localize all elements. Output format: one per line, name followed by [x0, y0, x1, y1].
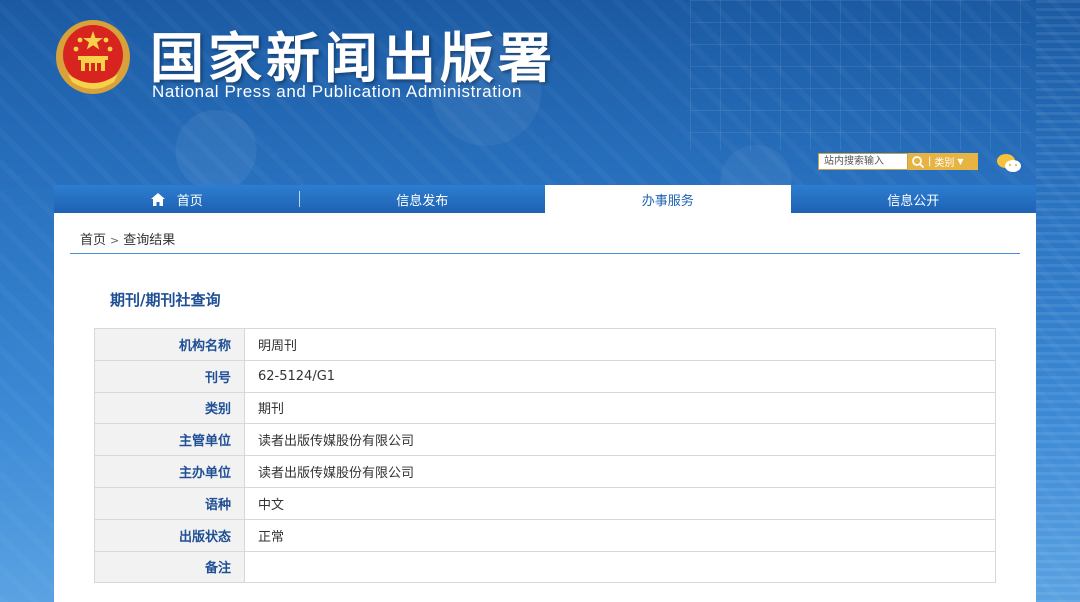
page-title: 期刊/期刊社查询	[110, 291, 221, 309]
search-input[interactable]: 站内搜索输入	[818, 153, 908, 170]
row-label: 语种	[94, 486, 245, 520]
row-label: 主办单位	[94, 455, 245, 488]
main-navigation: 首页 信息发布 办事服务 信息公开	[54, 185, 1036, 213]
row-value: 62-5124/G1	[244, 359, 996, 393]
row-label: 备注	[94, 550, 245, 584]
table-row: 备注	[94, 550, 996, 584]
breadcrumb: 首页 > 查询结果	[80, 229, 175, 248]
nav-item-info-disclosure[interactable]: 信息公开	[791, 185, 1037, 213]
row-value: 正常	[244, 518, 996, 552]
home-icon	[150, 192, 165, 206]
nav-item-label: 办事服务	[641, 193, 694, 209]
row-label: 机构名称	[94, 328, 245, 361]
table-row: 刊号 62-5124/G1	[94, 359, 996, 393]
table-row: 主管单位 读者出版传媒股份有限公司	[94, 423, 996, 457]
table-row: 出版状态 正常	[94, 518, 996, 552]
site-subtitle: National Press and Publication Administr…	[152, 82, 523, 101]
row-label: 主管单位	[94, 423, 245, 457]
row-value	[244, 550, 996, 584]
row-value: 明周刊	[244, 328, 996, 361]
background-grid	[690, 0, 1030, 150]
table-row: 类别 期刊	[94, 391, 996, 425]
search-icon	[912, 155, 925, 168]
breadcrumb-current: 查询结果	[123, 233, 176, 248]
nav-item-info-release[interactable]: 信息发布	[300, 185, 546, 213]
category-dropdown[interactable]: 类别	[934, 154, 954, 169]
nav-item-label: 信息发布	[396, 193, 449, 209]
nav-item-label: 首页	[176, 193, 203, 209]
chevron-down-icon: ▼	[957, 157, 964, 166]
breadcrumb-separator: >	[110, 234, 120, 247]
main-content: 首页 > 查询结果 期刊/期刊社查询 机构名称 明周刊 刊号 62-5124/G1 …	[54, 213, 1036, 602]
row-label: 出版状态	[94, 518, 245, 552]
nav-item-home[interactable]: 首页	[54, 185, 300, 213]
row-value: 中文	[244, 486, 996, 520]
wechat-icon[interactable]	[996, 152, 1022, 174]
search-button[interactable]: | 类别 ▼	[908, 153, 978, 170]
result-table: 机构名称 明周刊 刊号 62-5124/G1 类别 期刊 主管单位 读者出版传媒…	[94, 328, 996, 584]
table-row: 语种 中文	[94, 486, 996, 520]
row-label: 刊号	[94, 359, 245, 393]
row-value: 读者出版传媒股份有限公司	[244, 423, 996, 457]
breadcrumb-divider	[70, 253, 1020, 254]
row-value: 期刊	[244, 391, 996, 425]
row-label: 类别	[94, 391, 245, 425]
national-emblem-icon	[56, 20, 130, 94]
table-row: 主办单位 读者出版传媒股份有限公司	[94, 455, 996, 488]
nav-item-label: 信息公开	[887, 193, 940, 209]
decorative-strip	[1036, 0, 1080, 602]
breadcrumb-home-link[interactable]: 首页	[80, 233, 106, 248]
nav-item-services[interactable]: 办事服务	[545, 185, 791, 213]
search-separator: |	[928, 156, 932, 167]
row-value: 读者出版传媒股份有限公司	[244, 455, 996, 488]
table-row: 机构名称 明周刊	[94, 328, 996, 361]
